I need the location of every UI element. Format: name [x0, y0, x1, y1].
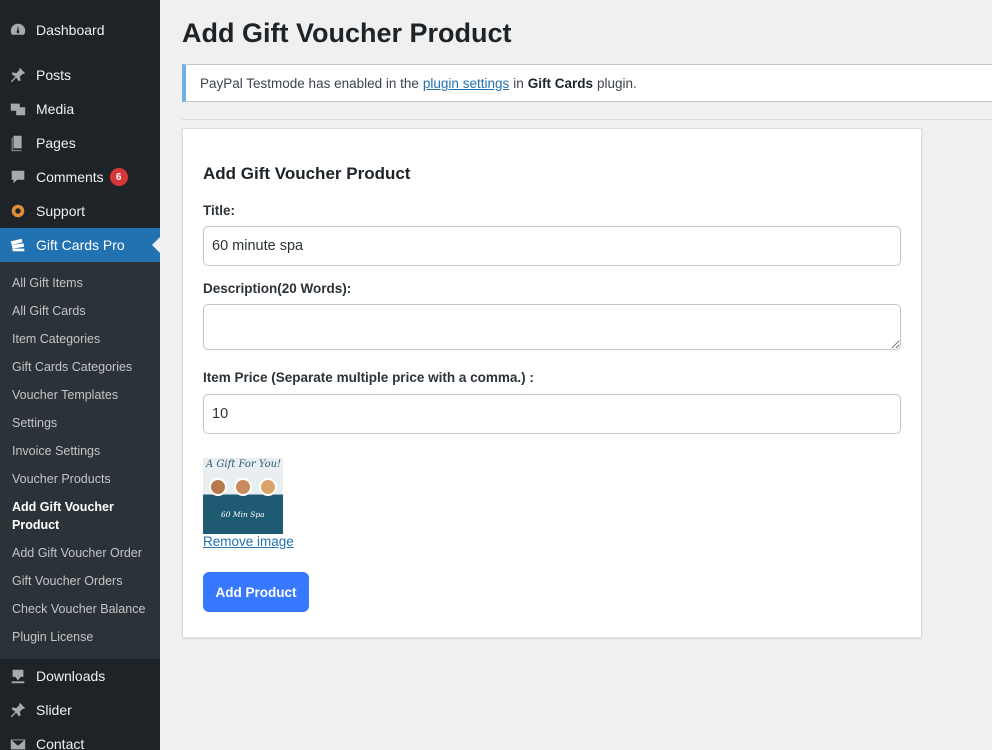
divider: [182, 119, 992, 120]
menu-label: Dashboard: [36, 22, 105, 38]
menu-item-gift-cards-pro[interactable]: Gift Cards Pro: [0, 228, 160, 262]
price-label: Item Price (Separate multiple price with…: [203, 370, 534, 385]
page-title: Add Gift Voucher Product: [182, 18, 512, 48]
support-icon: [8, 201, 28, 221]
plugin-settings-link[interactable]: plugin settings: [423, 76, 509, 91]
menu-item-downloads[interactable]: Downloads: [0, 659, 160, 693]
description-textarea[interactable]: [203, 304, 901, 350]
menu-label: Comments: [36, 169, 104, 185]
gift-cards-icon: [8, 235, 28, 255]
notice-middle: in: [513, 75, 524, 91]
menu-label: Pages: [36, 135, 76, 151]
dashboard-icon: [8, 20, 28, 40]
active-arrow: [152, 237, 160, 253]
pages-icon: [8, 133, 28, 153]
pin-icon: [8, 65, 28, 85]
submenu-item-item-categories[interactable]: Item Categories: [12, 330, 158, 348]
menu-label: Downloads: [36, 668, 106, 684]
menu-item-slider[interactable]: Slider: [0, 693, 160, 727]
voucher-image-circle: [234, 478, 252, 496]
comment-icon: [8, 167, 28, 187]
mail-icon: [8, 734, 28, 750]
gift-cards-submenu: All Gift Items All Gift Cards Item Categ…: [0, 262, 160, 659]
pin-icon: [8, 700, 28, 720]
submenu-item-check-voucher-balance[interactable]: Check Voucher Balance: [12, 600, 158, 618]
voucher-image-circle: [259, 478, 277, 496]
submenu-item-gift-voucher-orders[interactable]: Gift Voucher Orders: [12, 572, 158, 590]
menu-item-pages[interactable]: Pages: [0, 126, 160, 160]
add-product-form-card: Add Gift Voucher Product Title: Descript…: [182, 128, 922, 638]
notice-suffix: plugin.: [597, 75, 637, 91]
menu-item-comments[interactable]: Comments 6: [0, 160, 160, 194]
title-input[interactable]: [203, 226, 901, 266]
submenu-item-all-gift-items[interactable]: All Gift Items: [12, 274, 158, 292]
submenu-item-plugin-license[interactable]: Plugin License: [12, 628, 158, 646]
title-label: Title:: [203, 203, 236, 218]
main-content: Add Gift Voucher Product PayPal Testmode…: [160, 0, 992, 750]
menu-item-dashboard[interactable]: Dashboard: [0, 13, 160, 47]
submenu-item-add-gift-voucher-product[interactable]: Add Gift Voucher Product: [12, 498, 132, 534]
voucher-image-script-text: A Gift For You!: [206, 459, 282, 470]
add-product-button[interactable]: Add Product: [203, 572, 309, 612]
menu-label: Contact: [36, 736, 85, 750]
form-heading: Add Gift Voucher Product: [203, 164, 411, 183]
submenu-item-all-gift-cards[interactable]: All Gift Cards: [12, 302, 158, 320]
notice-plugin-name: Gift Cards: [527, 75, 593, 91]
menu-item-media[interactable]: Media: [0, 92, 160, 126]
voucher-image-circle: [209, 478, 227, 496]
voucher-image-sub-text: 60 Min Spa: [221, 510, 265, 519]
voucher-image: A Gift For You! 60 Min Spa: [203, 458, 283, 534]
comment-count-badge: 6: [109, 168, 128, 186]
price-input[interactable]: [203, 394, 901, 434]
submenu-item-add-gift-voucher-order[interactable]: Add Gift Voucher Order: [12, 544, 158, 562]
media-icon: [8, 99, 28, 119]
remove-image-link[interactable]: Remove image: [203, 534, 294, 549]
menu-item-posts[interactable]: Posts: [0, 58, 160, 92]
admin-sidebar: Dashboard Posts Media Pages Comments 6 S…: [0, 0, 160, 750]
menu-label: Support: [36, 203, 86, 219]
menu-label: Gift Cards Pro: [36, 237, 125, 253]
notice-prefix: PayPal Testmode has enabled in the: [200, 75, 419, 91]
description-label: Description(20 Words):: [203, 281, 352, 296]
submenu-item-gift-cards-categories[interactable]: Gift Cards Categories: [12, 358, 158, 376]
menu-label: Posts: [36, 67, 72, 83]
paypal-testmode-notice: PayPal Testmode has enabled in the plugi…: [182, 64, 992, 102]
menu-item-contact[interactable]: Contact: [0, 727, 160, 750]
download-icon: [8, 666, 28, 686]
submenu-item-voucher-products[interactable]: Voucher Products: [12, 470, 158, 488]
submenu-item-voucher-templates[interactable]: Voucher Templates: [12, 386, 158, 404]
submenu-item-settings[interactable]: Settings: [12, 414, 158, 432]
menu-label: Media: [36, 101, 75, 117]
menu-item-support[interactable]: Support: [0, 194, 160, 228]
submenu-item-invoice-settings[interactable]: Invoice Settings: [12, 442, 158, 460]
menu-label: Slider: [36, 702, 72, 718]
